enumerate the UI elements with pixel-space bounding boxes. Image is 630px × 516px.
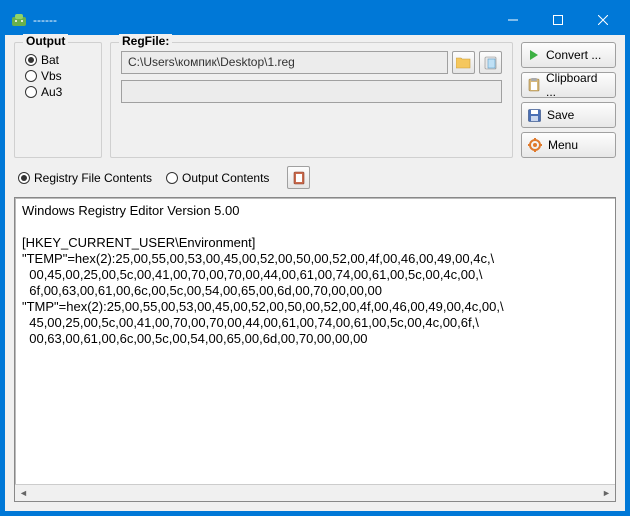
paste-icon: [484, 56, 497, 70]
view-toggle-row: Registry File Contents Output Contents: [14, 164, 616, 191]
button-label: Convert ...: [546, 48, 601, 62]
app-icon: [11, 12, 27, 28]
horizontal-scrollbar[interactable]: ◄ ►: [15, 484, 615, 501]
radio-label: Registry File Contents: [34, 171, 152, 185]
browse-button[interactable]: [452, 51, 475, 74]
regfile-secondary-box: [121, 80, 502, 103]
regfile-path-input[interactable]: C:\Users\компик\Desktop\1.reg: [121, 51, 448, 74]
scroll-right-arrow[interactable]: ►: [598, 485, 615, 502]
radio-label: Au3: [41, 85, 62, 99]
radio-icon: [25, 70, 37, 82]
radio-icon: [166, 172, 178, 184]
radio-icon: [25, 86, 37, 98]
output-option-bat[interactable]: Bat: [25, 53, 91, 67]
folder-icon: [456, 56, 471, 69]
gear-icon: [528, 138, 542, 152]
clipboard-icon: [293, 171, 305, 185]
editor-textarea[interactable]: Windows Registry Editor Version 5.00 [HK…: [15, 198, 615, 484]
app-window: ------ Output Bat Vbs Au3: [4, 4, 626, 512]
radio-label: Bat: [41, 53, 59, 67]
output-group: Output Bat Vbs Au3: [14, 42, 102, 158]
radio-icon: [18, 172, 30, 184]
minimize-button[interactable]: [490, 5, 535, 35]
button-label: Menu: [548, 138, 578, 152]
convert-button[interactable]: Convert ...: [521, 42, 616, 68]
output-option-vbs[interactable]: Vbs: [25, 69, 91, 83]
side-buttons: Convert ... Clipboard ... Save Menu: [521, 42, 616, 158]
play-icon: [528, 49, 540, 61]
button-label: Save: [547, 108, 574, 122]
close-button[interactable]: [580, 5, 625, 35]
clipboard-button[interactable]: Clipboard ...: [521, 72, 616, 98]
paste-button[interactable]: [479, 51, 502, 74]
menu-button[interactable]: Menu: [521, 132, 616, 158]
editor-panel: Windows Registry Editor Version 5.00 [HK…: [14, 197, 616, 502]
radio-label: Vbs: [41, 69, 62, 83]
copy-button[interactable]: [287, 166, 310, 189]
radio-label: Output Contents: [182, 171, 269, 185]
view-output-contents[interactable]: Output Contents: [166, 171, 269, 185]
output-group-label: Output: [23, 34, 68, 48]
button-label: Clipboard ...: [546, 71, 609, 99]
floppy-icon: [528, 109, 541, 122]
titlebar[interactable]: ------: [5, 5, 625, 35]
regfile-group: RegFile: C:\Users\компик\Desktop\1.reg: [110, 42, 513, 158]
output-option-au3[interactable]: Au3: [25, 85, 91, 99]
save-button[interactable]: Save: [521, 102, 616, 128]
clipboard-icon: [528, 78, 540, 92]
radio-icon: [25, 54, 37, 66]
window-title: ------: [33, 13, 490, 27]
scroll-left-arrow[interactable]: ◄: [15, 485, 32, 502]
maximize-button[interactable]: [535, 5, 580, 35]
view-registry-contents[interactable]: Registry File Contents: [18, 171, 152, 185]
regfile-group-label: RegFile:: [119, 34, 172, 48]
client-area: Output Bat Vbs Au3 RegFile: C:\Use: [5, 35, 625, 511]
